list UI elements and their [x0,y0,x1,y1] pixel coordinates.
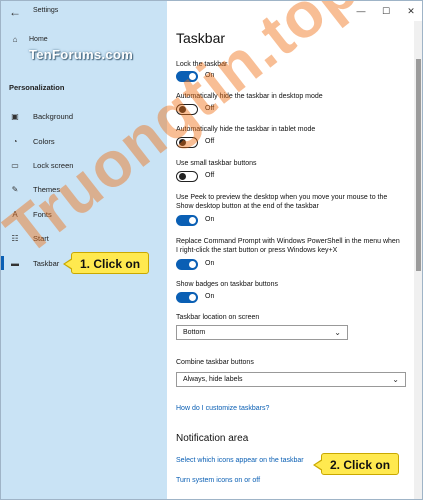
maximize-button[interactable]: ☐ [380,5,392,17]
setting-label: Replace Command Prompt with Windows Powe… [176,238,400,254]
toggle-state: Off [205,105,215,112]
background-icon: ▣ [11,111,19,121]
toggle-state: On [205,216,215,223]
sidebar-item-lock-screen[interactable]: ▭ Lock screen [1,156,167,174]
scrollbar-thumb[interactable] [416,59,421,271]
select-value: Always, hide labels [183,376,243,383]
toggle-knob [189,217,196,224]
sidebar-item-label: Background [33,111,74,121]
toggle-state: Off [205,138,215,145]
minimize-button[interactable]: — [355,5,367,17]
lock-taskbar-toggle[interactable] [176,71,198,82]
close-button[interactable]: ✕ [405,5,417,17]
home-label: Home [29,35,48,43]
select-value: Bottom [183,329,206,336]
toggle-knob [189,294,196,301]
toggle-knob [179,139,186,146]
home-icon: ⌂ [12,34,18,44]
sidebar-item-start[interactable]: ☷ Start [1,229,167,247]
combine-label: Combine taskbar buttons [176,359,254,366]
sidebar-item-label: Themes [33,184,61,194]
toggle-state: On [205,293,215,300]
autohide-tablet-toggle[interactable] [176,137,198,148]
system-icons-link[interactable]: Turn system icons on or off [176,477,260,484]
sidebar-item-label: Colors [33,136,55,146]
setting-label: Automatically hide the taskbar in tablet… [176,126,316,133]
active-indicator [1,256,4,270]
lock-screen-icon: ▭ [11,160,19,170]
toggle-knob [179,106,186,113]
notification-area-heading: Notification area [176,433,249,444]
toggle-knob [179,173,186,180]
chevron-down-icon: ⌄ [334,328,341,337]
setting-label: Use small taskbar buttons [176,160,257,167]
start-icon: ☷ [11,233,19,243]
sidebar-item-label: Taskbar [33,258,60,268]
taskbar-icon: ▬ [11,258,19,268]
section-heading: Personalization [9,83,65,92]
font-icon: A [12,209,18,219]
brush-icon: ✎ [11,184,19,194]
sidebar-item-label: Start [33,233,49,243]
autohide-desktop-toggle[interactable] [176,104,198,115]
title-bar: ← Settings — ☐ ✕ [1,1,422,23]
small-buttons-toggle[interactable] [176,171,198,182]
combine-buttons-select[interactable]: Always, hide labels ⌄ [176,372,406,387]
customize-taskbars-link[interactable]: How do I customize taskbars? [176,405,269,412]
sidebar-item-themes[interactable]: ✎ Themes [1,180,167,198]
page-title: Taskbar [176,30,226,46]
toggle-state: On [205,72,215,79]
chevron-down-icon: ⌄ [392,375,399,384]
sidebar-item-colors[interactable]: ◔ Colors [1,132,167,150]
setting-label: Lock the taskbar [176,61,228,68]
peek-toggle[interactable] [176,215,198,226]
callout-click-taskbar: 1. Click on [62,252,150,274]
powershell-toggle[interactable] [176,259,198,270]
select-icons-link[interactable]: Select which icons appear on the taskbar [176,457,304,464]
tenforums-watermark: TenForums.com [29,47,134,62]
toggle-knob [189,73,196,80]
toggle-state: On [205,260,215,267]
sidebar-item-background[interactable]: ▣ Background [1,107,167,125]
sidebar [1,1,167,499]
back-arrow-icon[interactable]: ← [9,6,21,18]
sidebar-item-label: Lock screen [33,160,74,170]
settings-window: ← Settings — ☐ ✕ ⌂ Home TenForums.com Pe… [0,0,423,500]
window-title: Settings [33,7,59,14]
toggle-state: Off [205,172,215,179]
setting-label: Use Peek to preview the desktop when you… [176,194,388,210]
location-label: Taskbar location on screen [176,314,260,321]
badges-toggle[interactable] [176,292,198,303]
sidebar-item-label: Fonts [33,209,52,219]
home-link[interactable]: ⌂ Home [9,31,48,47]
callout-click-select-icons: 2. Click on [312,453,400,475]
setting-label: Automatically hide the taskbar in deskto… [176,93,323,100]
setting-label: Show badges on taskbar buttons [176,281,278,288]
sidebar-item-fonts[interactable]: A Fonts [1,205,167,223]
taskbar-location-select[interactable]: Bottom ⌄ [176,325,348,340]
toggle-knob [189,261,196,268]
palette-icon: ◔ [12,136,18,146]
